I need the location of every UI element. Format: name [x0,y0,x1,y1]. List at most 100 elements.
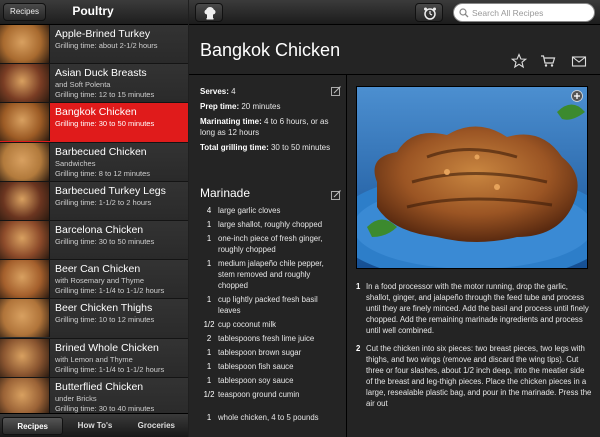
bottom-tab-bar: Recipes How To's Groceries [0,413,188,437]
instruction-steps: 1 In a food processor with the motor runn… [356,281,592,416]
ingredient-text: large garlic cloves [218,206,281,215]
tab-how-to-s[interactable]: How To's [65,417,124,435]
back-button[interactable]: Recipes [3,3,46,21]
ingredient-text: whole chicken, 4 to 5 pounds [218,413,319,422]
recipe-item-subtitle: under Bricks [55,393,97,403]
recipe-item-title: Butterflied Chicken [55,380,144,393]
ingredient-text [218,403,340,409]
ingredient-text: cup coconut milk [218,320,277,329]
step-number: 1 [356,282,361,291]
ingredient-item: 1/2 cup coconut milk [200,319,340,330]
recipe-list-item[interactable]: Bangkok Chicken Grilling time: 30 to 50 m… [0,103,188,143]
recipe-actions [509,51,600,71]
recipe-thumbnail [0,181,50,220]
recipe-thumbnail [0,25,50,63]
ingredient-quantity: 1 [206,376,212,385]
recipe-item-title: Barcelona Chicken [55,223,144,236]
recipe-item-title: Beer Can Chicken [55,263,141,276]
marinating-label: Marinating time: [200,117,262,126]
recipe-item-title: Barbecued Chicken [55,145,147,158]
recipe-thumbnail [0,260,50,299]
recipe-item-grilling-time: Grilling time: 12 to 15 minutes [55,90,155,100]
recipe-list-item[interactable]: Asian Duck Breasts and Soft Polenta Grilli… [0,64,188,104]
ingredient-list: 4 large garlic cloves 1 large shallot, roug… [200,205,340,426]
timer-button[interactable] [415,3,443,22]
ingredient-text: cup lightly packed fresh basil leaves [218,295,318,315]
recipe-item-grilling-time: Grilling time: 30 to 40 minutes [55,403,155,413]
ingredient-quantity: 1 [206,234,212,243]
recipe-thumbnail [0,299,50,338]
ingredient-quantity: 1 [206,259,212,268]
recipe-thumbnail [0,220,50,259]
recipe-item-grilling-time: Grilling time: 1-1/2 to 2 hours [55,197,152,207]
ingredient-quantity: 1/2 [203,390,215,399]
recipe-thumbnail [0,103,50,142]
grilling-label: Total grilling time: [200,143,269,152]
recipe-item-grilling-time: Grilling time: 1-1/4 to 1-1/2 hours [55,364,165,374]
recipe-thumbnail [0,338,50,377]
ingredient-text: teaspoon ground cumin [218,390,300,399]
recipe-thumbnail [0,142,50,181]
ingredient-item: 1 tablespoon fish sauce [200,361,340,372]
star-icon[interactable] [511,53,527,69]
recipe-list-panel: Recipes Poultry Apple-Brined Turkey Grill… [0,0,188,437]
recipe-list-item[interactable]: Brined Whole Chicken with Lemon and Thyme… [0,338,188,378]
recipe-item-title: Beer Chicken Thighs [55,302,153,315]
ingredient-item: 2 tablespoons fresh lime juice [200,333,340,344]
recipe-item-title: Bangkok Chicken [55,106,137,119]
column-divider [346,75,347,437]
recipe-list-item[interactable]: Butterflied Chicken under Bricks Grilling … [0,377,188,413]
search-input[interactable] [472,7,590,19]
ingredient-quantity [200,403,218,409]
recipe-item-grilling-time: Grilling time: 10 to 12 minutes [55,315,155,325]
list-header: Recipes Poultry [0,0,188,25]
recipe-item-subtitle: and Soft Polenta [55,80,111,90]
recipe-item-subtitle: with Lemon and Thyme [55,354,133,364]
recipe-detail-panel: Bangkok Chicken Serves: 4 Prep time: 20 … [189,0,600,437]
ingredient-item: 1 large shallot, roughly chopped [200,219,340,230]
recipe-title: Bangkok Chicken [200,40,341,60]
recipe-item-grilling-time: Grilling time: 8 to 12 minutes [55,168,151,178]
recipe-item-title: Barbecued Turkey Legs [55,184,166,197]
cart-icon[interactable] [540,53,556,69]
ingredient-item: 4 large garlic cloves [200,205,340,216]
recipe-list-item[interactable]: Barbecued Turkey Legs Grilling time: 1-1/… [0,181,188,221]
recipe-photo [356,86,588,269]
recipe-list-item[interactable]: Barbecued Chicken Sandwiches Grilling time… [0,142,188,182]
ingredient-text: tablespoon brown sugar [218,348,302,357]
ingredient-item: 1 medium jalapeño chile pepper, stem remo… [200,258,340,291]
ingredient-item: 1/2 teaspoon ground cumin [200,389,340,400]
recipe-list-item[interactable]: Barcelona Chicken Grilling time: 30 to 50… [0,220,188,261]
prep-label: Prep time: [200,102,240,111]
mail-icon[interactable] [571,53,587,69]
tab-recipes[interactable]: Recipes [2,417,64,435]
recipe-list-item[interactable]: Beer Can Chicken with Rosemary and Thyme G… [0,260,188,300]
edit-icon[interactable] [331,190,341,200]
chef-button[interactable] [195,3,223,22]
ingredient-quantity: 1 [206,348,212,357]
ingredient-item: 1 cup lightly packed fresh basil leaves [200,294,340,316]
recipe-item-title: Brined Whole Chicken [55,341,159,354]
recipe-item-subtitle: Sandwiches [55,158,96,168]
instruction-step: 2 Cut the chicken into six pieces: two br… [356,343,592,409]
tab-groceries[interactable]: Groceries [127,417,186,435]
ingredient-text: tablespoon fish sauce [218,362,294,371]
search-box[interactable] [453,3,595,22]
edit-icon[interactable] [331,86,341,96]
ingredient-quantity: 1 [206,295,212,304]
marinating-line: Marinating time: 4 to 6 hours, or as lon… [200,116,340,138]
ingredient-quantity: 1 [206,362,212,371]
add-photo-icon[interactable] [571,90,583,102]
recipe-list-item[interactable]: Beer Chicken Thighs Grilling time: 10 to … [0,299,188,339]
ingredient-text: large shallot, roughly chopped [218,220,323,229]
serves-line: Serves: 4 [200,86,340,97]
step-number: 2 [356,344,361,353]
recipe-list-item[interactable]: Apple-Brined Turkey Grilling time: about … [0,25,188,65]
recipe-item-subtitle: with Rosemary and Thyme [55,276,145,286]
ingredient-quantity: 1/2 [203,320,215,329]
recipe-item-title: Apple-Brined Turkey [55,28,151,40]
app-window: Recipes Poultry Apple-Brined Turkey Grill… [0,0,600,437]
ingredient-quantity: 2 [206,334,212,343]
ingredient-item [200,403,340,409]
category-title: Poultry [72,4,114,18]
